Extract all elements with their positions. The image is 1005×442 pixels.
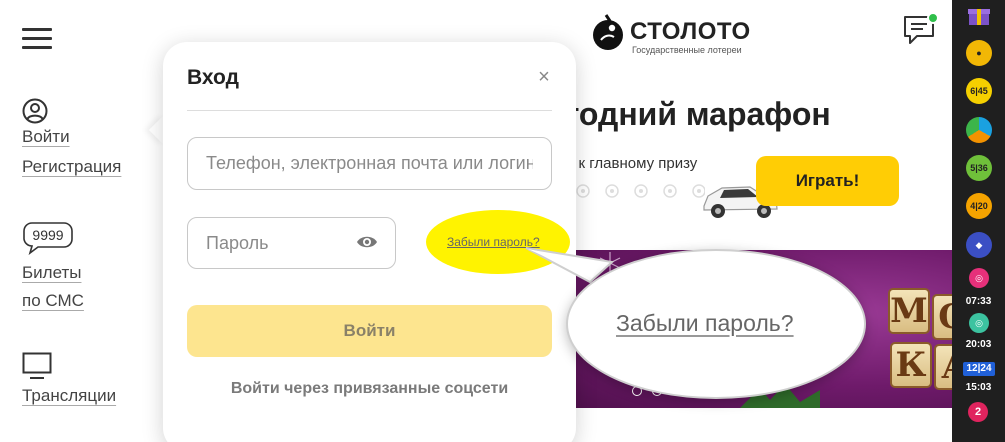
user-icon bbox=[22, 98, 48, 124]
progress-dots bbox=[576, 184, 705, 198]
lottery-draw-time: 20:03 bbox=[965, 339, 992, 350]
modal-title: Вход bbox=[187, 66, 239, 89]
lottery-draw-time: 07:33 bbox=[965, 296, 992, 307]
divider bbox=[187, 110, 552, 111]
logo-subtitle: Государственные лотереи bbox=[632, 45, 742, 55]
login-modal: Вход × Забыли пароль? Войти Войти через … bbox=[163, 42, 576, 442]
logo-text[interactable]: СТОЛОТО bbox=[630, 18, 751, 46]
promo-title: годний марафон bbox=[566, 96, 831, 132]
sidebar-login-link[interactable]: Войти bbox=[22, 127, 70, 147]
stoloto-logo-icon[interactable] bbox=[592, 13, 624, 53]
lottery-timer-icon[interactable]: ◎ bbox=[969, 268, 989, 288]
lottery-420-icon[interactable]: 4|20 bbox=[966, 193, 992, 219]
zoom-callout: Забыли пароль? bbox=[566, 249, 866, 399]
play-button[interactable]: Играть! bbox=[756, 156, 899, 206]
promo-subtitle: и к главному призу bbox=[566, 155, 698, 172]
lottery-icon[interactable] bbox=[966, 117, 992, 143]
notification-dot bbox=[927, 12, 939, 24]
social-login-link[interactable]: Войти через привязанные соцсети bbox=[163, 380, 576, 398]
forgot-password-link[interactable]: Забыли пароль? bbox=[447, 235, 540, 249]
banner-letter-tile: М bbox=[888, 288, 930, 334]
sidebar-tickets-sms-line1[interactable]: Билеты bbox=[22, 263, 81, 283]
login-submit-button[interactable]: Войти bbox=[187, 305, 552, 357]
eye-icon[interactable] bbox=[356, 234, 378, 250]
login-input[interactable] bbox=[187, 137, 552, 190]
menu-hamburger-icon[interactable] bbox=[22, 28, 52, 50]
sms-number: 9999 bbox=[32, 227, 63, 243]
lottery-rail: ● 6|45 5|36 4|20 ◆ ◎ 07:33 ◎ 20:03 12|24… bbox=[952, 0, 1005, 442]
banner-letter-tile: О bbox=[932, 294, 952, 340]
lottery-icon[interactable]: ◆ bbox=[966, 232, 992, 258]
lottery-645-icon[interactable]: 6|45 bbox=[966, 78, 992, 104]
lottery-icon[interactable]: ● bbox=[966, 40, 992, 66]
close-icon[interactable]: × bbox=[533, 66, 555, 88]
gift-icon[interactable] bbox=[966, 4, 992, 26]
lottery-x2-icon[interactable]: 2 bbox=[968, 402, 988, 422]
forgot-password-zoomed-link[interactable]: Забыли пароль? bbox=[616, 310, 794, 337]
sidebar-broadcasts-link[interactable]: Трансляции bbox=[22, 386, 116, 406]
lottery-1224-icon[interactable]: 12|24 bbox=[963, 362, 995, 376]
sidebar-register-link[interactable]: Регистрация bbox=[22, 157, 121, 177]
sidebar-tickets-sms-line2[interactable]: по СМС bbox=[22, 291, 84, 311]
banner-letter-tile: К bbox=[890, 342, 932, 388]
lottery-536-icon[interactable]: 5|36 bbox=[966, 155, 992, 181]
lottery-draw-time: 15:03 bbox=[965, 382, 992, 393]
sms-bubble-icon: 9999 bbox=[23, 222, 73, 255]
banner-letter-tile: А bbox=[934, 344, 952, 390]
forgot-password-highlight: Забыли пароль? bbox=[426, 210, 570, 274]
tv-icon bbox=[22, 352, 52, 379]
lottery-timer-icon[interactable]: ◎ bbox=[969, 313, 989, 333]
